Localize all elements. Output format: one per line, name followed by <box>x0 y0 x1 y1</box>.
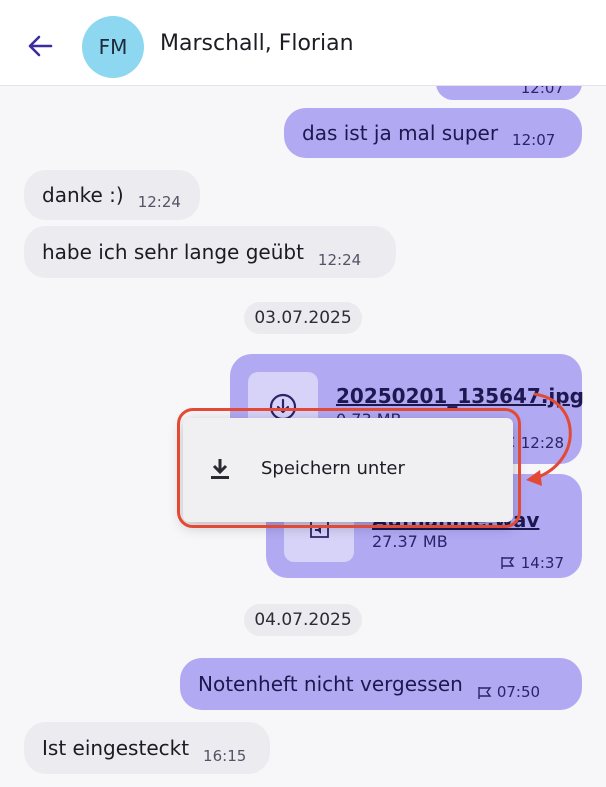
message-bubble-incoming[interactable]: danke :) 12:24 <box>24 170 200 220</box>
message-bubble-incoming[interactable]: Ist eingesteckt 16:15 <box>24 722 270 774</box>
file-size: 27.37 MB <box>372 532 448 551</box>
message-bubble-outgoing[interactable]: das ist ja mal super 12:07 <box>284 108 582 158</box>
message-bubble-outgoing[interactable]: 12:07 <box>436 86 582 100</box>
back-button[interactable] <box>22 28 58 64</box>
date-separator: 04.07.2025 <box>244 604 362 636</box>
flag-icon <box>501 557 515 569</box>
message-bubble-incoming[interactable]: habe ich sehr lange geübt 12:24 <box>24 226 396 278</box>
message-time: 12:24 <box>317 251 362 269</box>
message-time: 07:50 <box>477 685 540 700</box>
message-time: 12:07 <box>520 86 564 97</box>
date-separator: 03.07.2025 <box>244 302 362 334</box>
message-text: Notenheft nicht vergessen <box>198 672 463 696</box>
message-text: habe ich sehr lange geübt <box>42 240 304 264</box>
menu-item-label: Speichern unter <box>261 458 405 479</box>
context-menu: Speichern unter <box>183 418 513 522</box>
avatar[interactable]: FM <box>82 16 144 78</box>
arrow-left-icon <box>28 35 53 57</box>
message-time: 16:15 <box>203 747 247 765</box>
message-text: das ist ja mal super <box>302 121 499 145</box>
file-name[interactable]: 20250201_135647.jpg <box>336 384 584 408</box>
contact-name[interactable]: Marschall, Florian <box>160 31 354 56</box>
flag-icon <box>478 686 492 699</box>
message-time: 14:37 <box>500 554 564 572</box>
chat-header: FM Marschall, Florian <box>0 0 606 86</box>
message-text: danke :) <box>42 183 124 207</box>
download-icon <box>211 459 229 479</box>
message-time: 12:07 <box>512 131 556 149</box>
menu-item-save-as[interactable]: Speichern unter <box>183 436 513 502</box>
message-bubble-outgoing[interactable]: Notenheft nicht vergessen 07:50 <box>180 658 582 710</box>
message-time: 12:24 <box>137 193 181 211</box>
message-text: Ist eingesteckt <box>42 736 190 760</box>
